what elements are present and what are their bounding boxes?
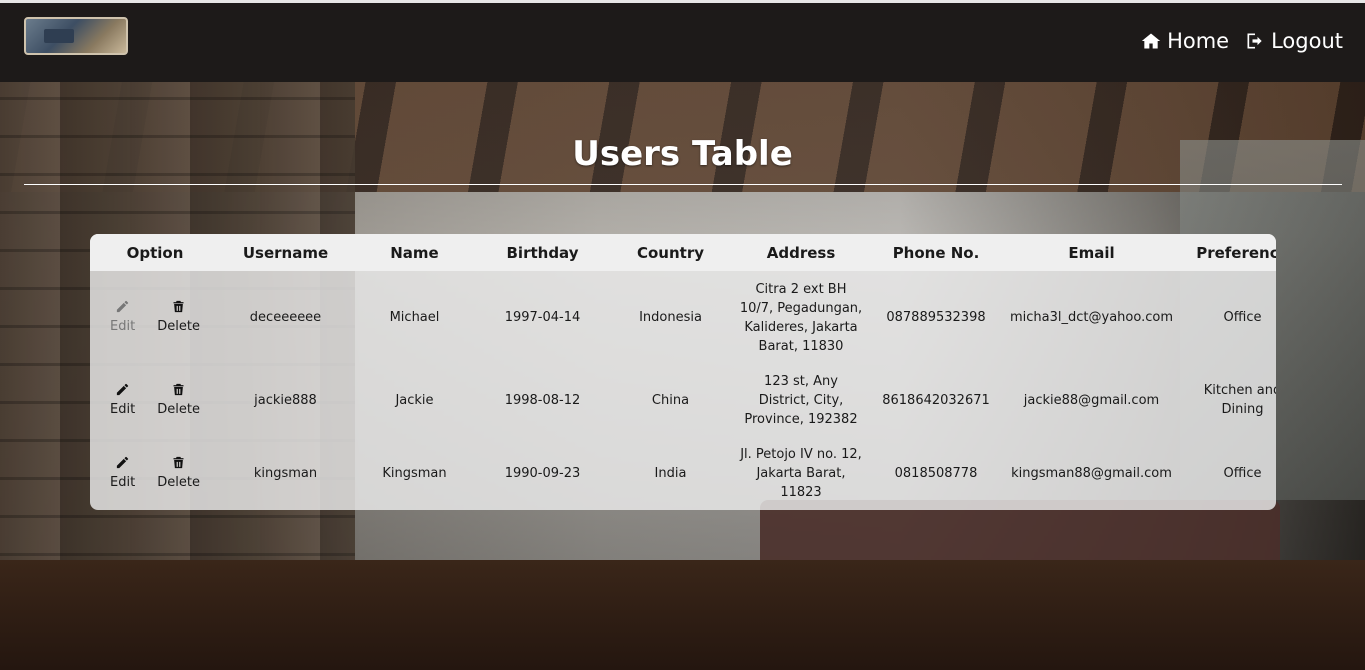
phone-cell: 087889532398: [886, 310, 986, 325]
logout-link-label: Logout: [1271, 29, 1343, 53]
site-logo[interactable]: [24, 17, 128, 55]
address-cell: 123 st, Any District, City, Province, 19…: [744, 373, 858, 427]
username-cell: kingsman: [253, 465, 318, 481]
preference-cell: Kitchen and Dining: [1203, 383, 1276, 417]
option-cell: Edit Delete: [90, 364, 220, 436]
users-table-container: Option Username Name Birthday Country Ad…: [90, 234, 1276, 510]
delete-button[interactable]: Delete: [157, 299, 200, 336]
logout-link[interactable]: Logout: [1245, 29, 1343, 53]
birthday-cell: 1997-04-14: [504, 310, 581, 325]
preference-cell: Office: [1223, 465, 1262, 481]
delete-label: Delete: [157, 401, 200, 417]
header-name: Name: [390, 243, 439, 262]
country-cell: China: [651, 392, 690, 408]
edit-button[interactable]: Edit: [110, 455, 135, 492]
trash-icon: [173, 383, 184, 395]
option-cell: Edit Delete: [90, 271, 220, 364]
edit-label: Edit: [110, 319, 136, 334]
preference-cell: Office: [1223, 310, 1262, 325]
header-email: Email: [1068, 243, 1115, 262]
header-country: Country: [636, 243, 705, 262]
option-cell: Edit Delete: [90, 436, 220, 510]
background-floor: [0, 560, 1365, 670]
table-row: Edit Delete kingsman Kingsman 1990-09-23…: [90, 436, 1276, 510]
edit-label: Edit: [110, 474, 136, 490]
pencil-icon: [117, 300, 129, 313]
users-table: Option Username Name Birthday Country Ad…: [90, 234, 1276, 510]
trash-icon: [173, 300, 184, 313]
email-cell: micha3l_dct@yahoo.com: [1010, 310, 1173, 325]
header-preference: Preference: [1196, 243, 1276, 262]
birthday-cell: 1990-09-23: [504, 465, 581, 481]
edit-button[interactable]: Edit: [110, 382, 135, 419]
delete-button[interactable]: Delete: [157, 382, 200, 419]
name-cell: Michael: [389, 310, 440, 325]
birthday-cell: 1998-08-12: [504, 392, 581, 408]
phone-cell: 0818508778: [894, 465, 978, 481]
header-birthday: Birthday: [506, 243, 579, 262]
delete-button[interactable]: Delete: [157, 455, 200, 492]
logout-icon: [1247, 33, 1262, 49]
header-address: Address: [766, 243, 836, 262]
country-cell: India: [654, 465, 687, 481]
edit-button[interactable]: Edit: [110, 299, 135, 336]
title-divider: [24, 184, 1342, 185]
delete-label: Delete: [157, 319, 200, 334]
home-icon: [1141, 33, 1161, 49]
pencil-icon: [117, 383, 129, 395]
email-cell: kingsman88@gmail.com: [1011, 465, 1172, 481]
trash-icon: [173, 456, 184, 468]
country-cell: Indonesia: [639, 310, 702, 325]
username-cell: deceeeeee: [249, 310, 322, 325]
nav-links: Home Logout: [1141, 29, 1343, 53]
table-row: Edit Delete jackie888 Jackie 1998-08-12 …: [90, 364, 1276, 436]
address-cell: Jl. Petojo IV no. 12, Jakarta Barat, 118…: [740, 446, 862, 500]
delete-label: Delete: [157, 474, 200, 490]
phone-cell: 8618642032671: [882, 392, 990, 408]
table-header-row: Option Username Name Birthday Country Ad…: [90, 234, 1276, 271]
pencil-icon: [117, 456, 129, 468]
name-cell: Kingsman: [382, 465, 447, 481]
email-cell: jackie88@gmail.com: [1023, 392, 1160, 408]
username-cell: jackie888: [254, 392, 317, 408]
navbar: Home Logout: [0, 0, 1365, 82]
address-cell: Citra 2 ext BH 10/7, Pegadungan, Kalider…: [739, 281, 863, 354]
edit-label: Edit: [110, 401, 136, 417]
header-phone: Phone No.: [892, 243, 980, 262]
header-option: Option: [126, 243, 184, 262]
home-link[interactable]: Home: [1141, 29, 1229, 53]
header-username: Username: [242, 243, 329, 262]
name-cell: Jackie: [395, 392, 434, 408]
table-row: Edit Delete deceeeeee Michael 1997-04-14…: [90, 271, 1276, 364]
page-title: Users Table: [572, 134, 793, 174]
home-link-label: Home: [1167, 29, 1230, 53]
